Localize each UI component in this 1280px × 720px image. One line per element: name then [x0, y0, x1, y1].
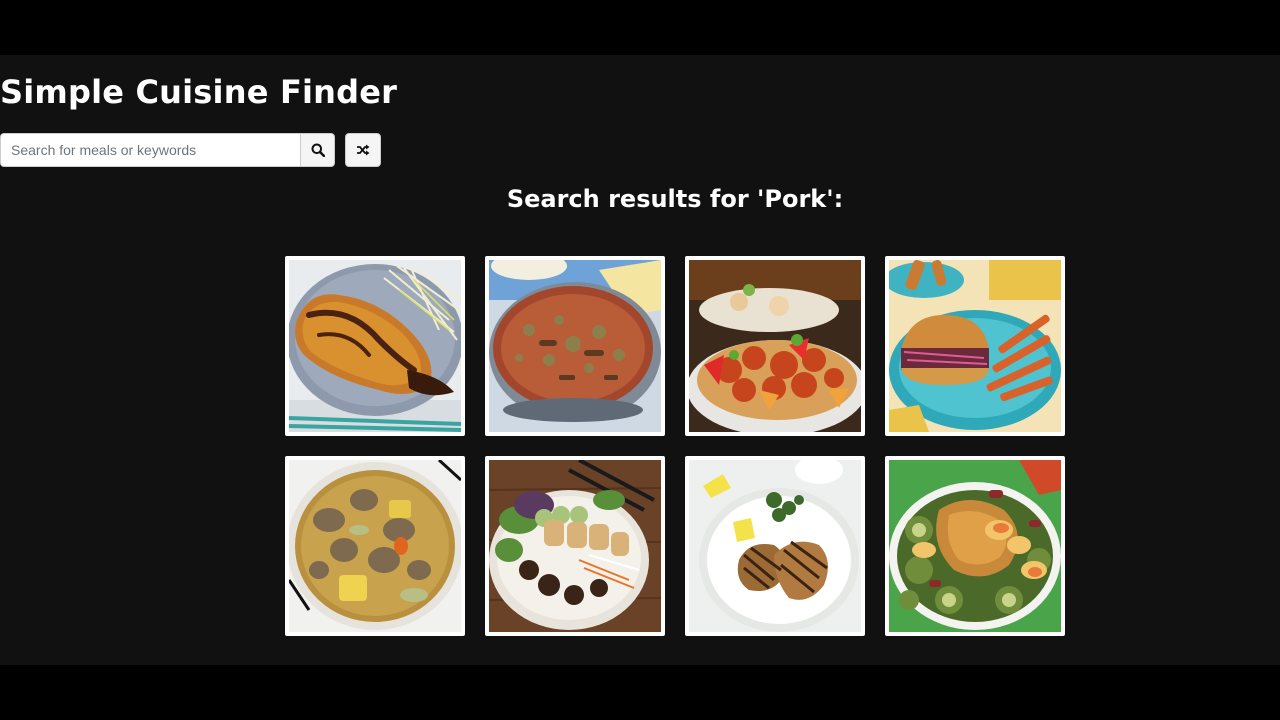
meal-image — [289, 460, 461, 632]
search-bar — [0, 133, 381, 167]
meal-card[interactable] — [285, 256, 465, 436]
page-title: Simple Cuisine Finder — [0, 73, 398, 111]
results-heading: Search results for 'Pork': — [506, 185, 844, 213]
meal-image — [689, 460, 861, 632]
meal-image — [889, 260, 1061, 432]
letterbox-bottom — [0, 665, 1280, 720]
shuffle-icon — [357, 144, 370, 156]
letterbox-top — [0, 0, 1280, 55]
results-grid — [285, 256, 1065, 636]
meal-image — [489, 260, 661, 432]
meal-image — [889, 460, 1061, 632]
meal-image — [489, 460, 661, 632]
meal-card[interactable] — [485, 256, 665, 436]
search-icon — [311, 143, 325, 157]
meal-card[interactable] — [885, 256, 1065, 436]
meal-image — [689, 260, 861, 432]
app-container: Simple Cuisine Finder Search results for… — [0, 55, 1280, 665]
search-button[interactable] — [300, 133, 335, 167]
meal-image — [289, 260, 461, 432]
meal-card[interactable] — [685, 256, 865, 436]
meal-card[interactable] — [885, 456, 1065, 636]
meal-card[interactable] — [685, 456, 865, 636]
meal-card[interactable] — [285, 456, 465, 636]
meal-card[interactable] — [485, 456, 665, 636]
random-meal-button[interactable] — [345, 133, 381, 167]
search-input[interactable] — [0, 133, 300, 167]
